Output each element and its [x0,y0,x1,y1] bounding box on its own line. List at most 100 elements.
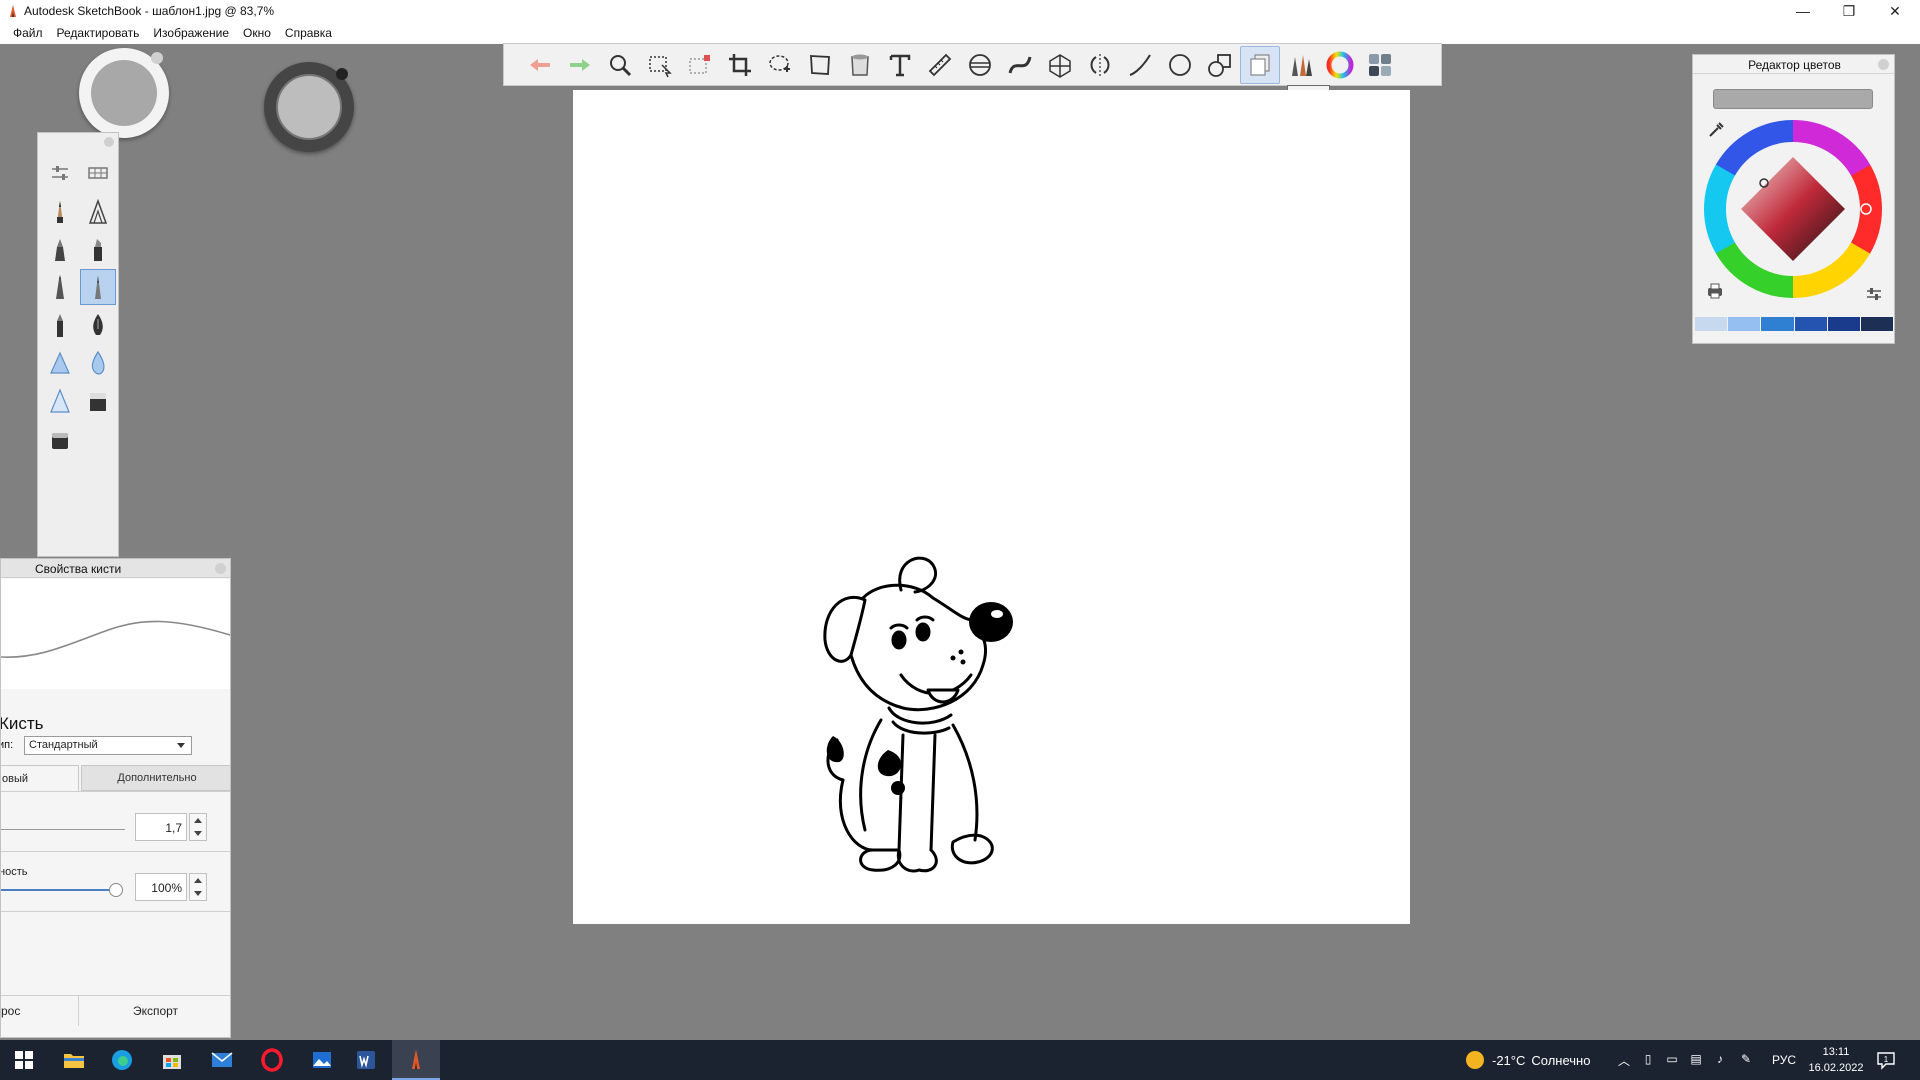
menu-window[interactable]: Окно [236,26,278,40]
size-input[interactable]: 1,7 [135,813,187,841]
brush-pencil[interactable] [42,193,78,229]
brush-puck-light[interactable] [79,48,169,138]
brush-ink-pen[interactable] [42,269,78,305]
color-swatch[interactable] [1761,317,1794,331]
language-indicator[interactable]: РУС [1772,1053,1796,1067]
network-icon[interactable]: ▤ [1688,1052,1704,1068]
brush-library-button[interactable] [80,155,116,191]
layers-button[interactable] [1240,45,1280,84]
sliders-icon[interactable] [1865,285,1883,303]
brush-airbrush[interactable] [42,345,78,381]
symmetry-button[interactable] [1080,46,1120,84]
color-wheel-button[interactable] [1320,46,1360,84]
circle-button[interactable] [1160,46,1200,84]
menu-image[interactable]: Изображение [146,26,236,40]
lasso-button[interactable] [760,46,800,84]
redo-button[interactable] [560,46,600,84]
tab-basic[interactable]: овый [1,765,79,791]
color-wheel[interactable] [1703,119,1883,299]
brush-palette-close-icon[interactable] [104,137,114,147]
volume-icon[interactable]: ♪ [1712,1052,1728,1068]
opacity-slider[interactable] [1,889,117,891]
print-icon[interactable] [1705,281,1725,301]
copic-palette-button[interactable] [1360,46,1400,84]
taskbar-sketchbook[interactable] [392,1040,440,1080]
select-button[interactable] [640,46,680,84]
start-button[interactable] [0,1040,48,1080]
crop-button[interactable] [720,46,760,84]
brush-watercolor[interactable] [80,345,116,381]
taskbar-opera[interactable] [248,1040,296,1080]
menu-help[interactable]: Справка [278,26,339,40]
line-button[interactable] [1120,46,1160,84]
brush-palette [37,132,119,557]
brush-puck-dark-center [276,74,342,140]
french-curve-button[interactable] [1000,46,1040,84]
brush-puck-dark[interactable] [264,62,354,152]
close-window-button[interactable]: ✕ [1872,0,1918,22]
taskbar-word[interactable] [342,1040,390,1080]
current-color-swatch[interactable] [1713,89,1873,109]
color-swatch[interactable] [1794,317,1827,331]
clock-time: 13:11 [1822,1046,1850,1058]
restore-button[interactable]: ❐ [1826,0,1872,22]
brush-technical-pen[interactable] [80,193,116,229]
brush-eraser-hard[interactable] [80,383,116,419]
color-swatch[interactable] [1695,317,1728,331]
zoom-button[interactable] [600,46,640,84]
minimize-button[interactable]: — [1780,0,1826,22]
brush-puck-light-handle[interactable] [151,52,163,64]
sketchbook-app-icon [10,5,16,17]
reset-button[interactable]: рос [1,996,79,1026]
brush-puck-dark-handle[interactable] [336,68,348,80]
transform-select-button[interactable] [680,46,720,84]
brush-fine-pen[interactable] [80,269,116,305]
distort-button[interactable] [800,46,840,84]
menu-file[interactable]: Файл [6,26,50,40]
tab-advanced[interactable]: Дополнительно [81,765,230,791]
menu-edit[interactable]: Редактировать [50,26,147,40]
opacity-input[interactable]: 100% [135,873,187,901]
notification-icon[interactable]: 1 [1876,1050,1896,1070]
size-stepper[interactable] [189,813,207,841]
brush-marker[interactable] [42,231,78,267]
brush-felt-pen[interactable] [80,231,116,267]
brush-type-select[interactable]: Стандартный [24,736,192,755]
display-icon[interactable]: ▭ [1664,1052,1680,1068]
brush-properties-close-icon[interactable] [215,563,226,574]
color-swatch[interactable] [1827,317,1860,331]
perspective-button[interactable] [1040,46,1080,84]
color-editor-close-icon[interactable] [1878,59,1889,70]
usb-icon[interactable]: ▯ [1640,1052,1656,1068]
ellipse-guide-button[interactable] [960,46,1000,84]
word-icon [357,1051,375,1069]
opacity-slider-thumb[interactable] [109,883,123,897]
drawing-canvas[interactable] [573,90,1410,924]
size-slider[interactable] [1,829,125,830]
brush-ballpoint[interactable] [42,307,78,343]
brush-nib-pen[interactable] [80,307,116,343]
photos-icon [313,1052,331,1068]
fill-button[interactable] [840,46,880,84]
brush-eraser-soft[interactable] [42,421,78,457]
brushes-button[interactable] [1280,46,1320,84]
taskbar-file-explorer[interactable] [50,1040,98,1080]
pen-icon[interactable]: ✎ [1738,1052,1754,1068]
chevron-up-icon[interactable]: ︿ [1616,1052,1632,1068]
weather-widget[interactable]: -21°C Солнечно [1466,1040,1596,1080]
opacity-stepper[interactable] [189,873,207,901]
color-swatch[interactable] [1728,317,1761,331]
taskbar-mail[interactable] [198,1040,246,1080]
taskbar-store[interactable] [148,1040,196,1080]
export-button[interactable]: Экспорт [81,996,230,1026]
undo-button[interactable] [520,46,560,84]
taskbar-edge[interactable] [98,1040,146,1080]
ruler-button[interactable] [920,46,960,84]
text-button[interactable] [880,46,920,84]
taskbar-photos[interactable] [298,1040,346,1080]
system-clock[interactable]: 13:11 16.02.2022 [1806,1044,1866,1076]
shapes-button[interactable] [1200,46,1240,84]
brush-settings-button[interactable] [42,155,78,191]
color-swatch[interactable] [1860,317,1894,331]
brush-soft-airbrush[interactable] [42,383,78,419]
